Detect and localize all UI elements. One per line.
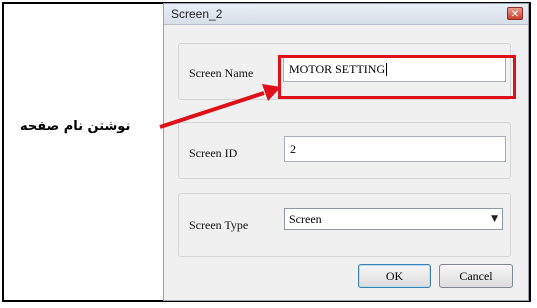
- annotation-text: نوشتن نام صفحه: [20, 119, 131, 134]
- annotation-arrow: [159, 84, 281, 129]
